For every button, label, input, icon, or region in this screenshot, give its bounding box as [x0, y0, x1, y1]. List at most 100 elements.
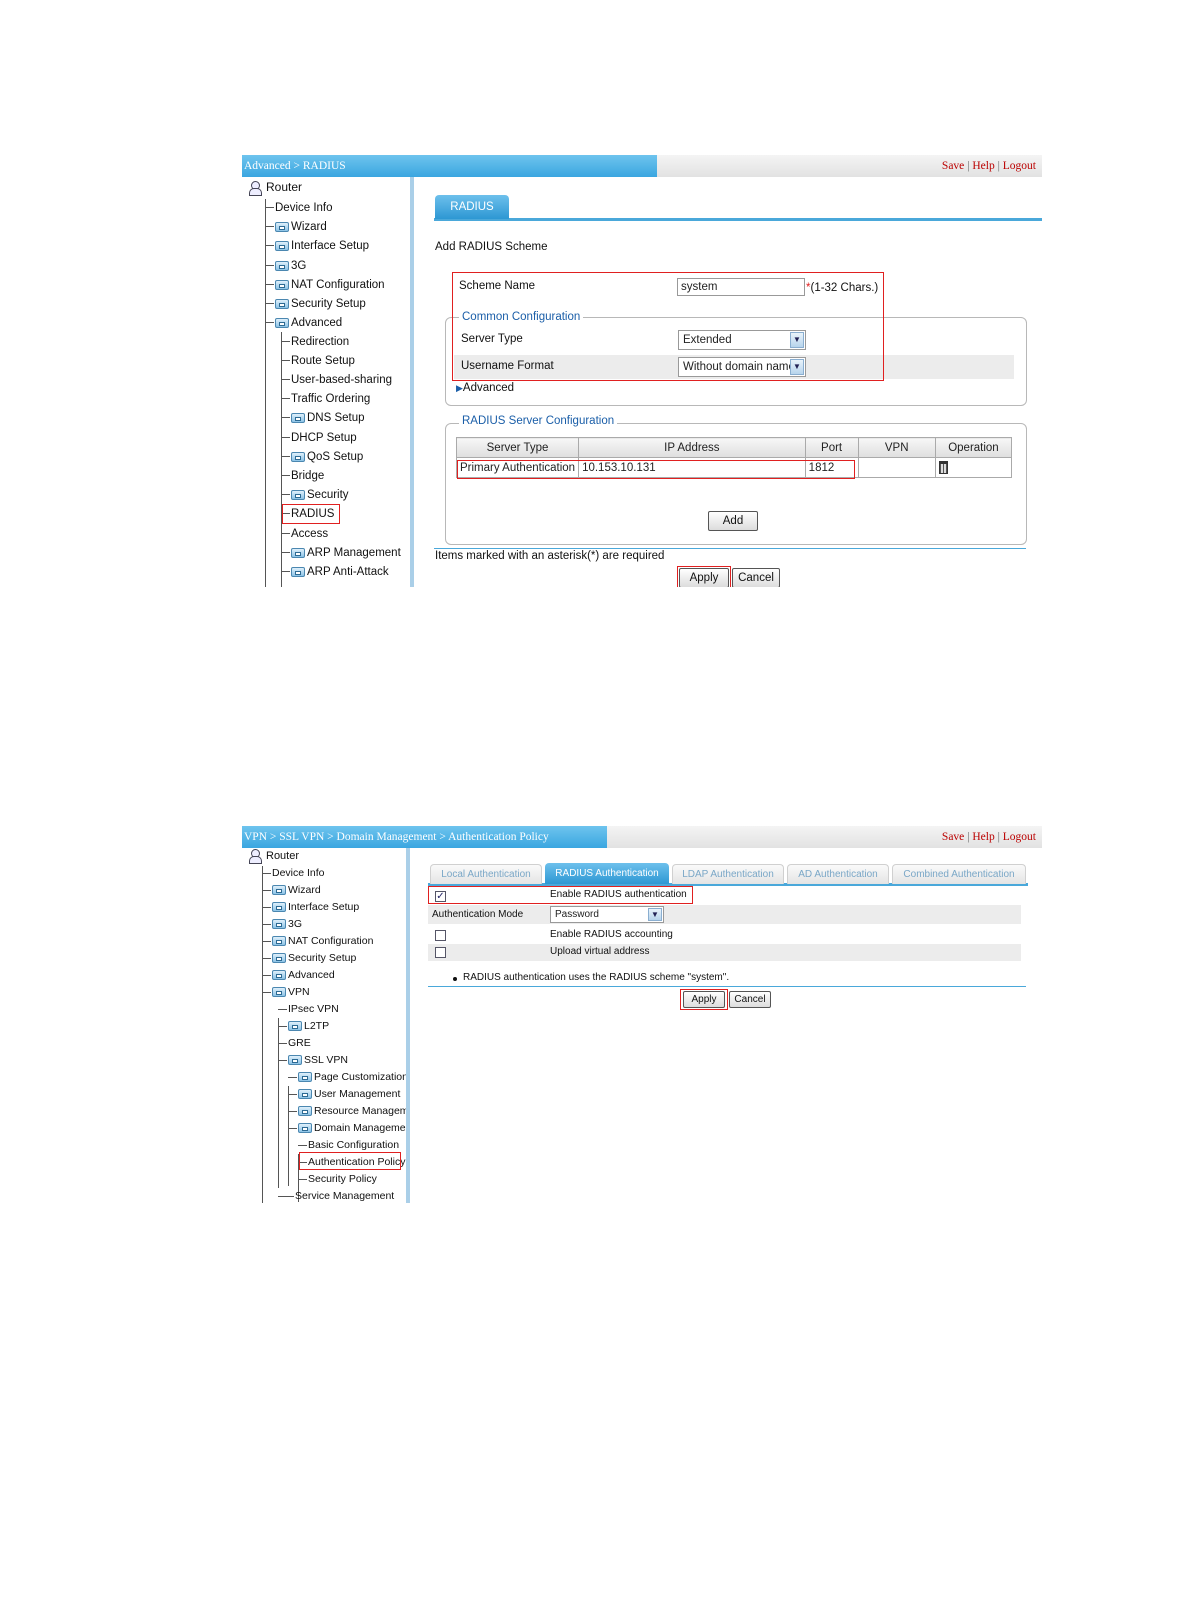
nav-item-gre[interactable]: GRE — [278, 1035, 311, 1051]
folder-icon — [272, 919, 286, 930]
nav-root[interactable]: Router — [248, 180, 302, 196]
link-separator: | — [997, 160, 1000, 172]
folder-icon — [272, 970, 286, 981]
nav-item-route-setup[interactable]: Route Setup — [281, 353, 355, 369]
enable-radius-accounting-label: Enable RADIUS accounting — [550, 929, 673, 940]
add-button[interactable]: Add — [708, 511, 758, 531]
nav-item-ipsec-vpn[interactable]: IPsec VPN — [278, 1001, 339, 1017]
tab-combined-authentication[interactable]: Combined Authentication — [892, 864, 1026, 884]
nav-item-service-management[interactable]: Service Management — [278, 1188, 394, 1203]
nav-item-3g[interactable]: 3G — [262, 916, 302, 932]
nav-item-3g[interactable]: 3G — [265, 258, 306, 274]
nav-item-wizard[interactable]: Wizard — [265, 219, 327, 235]
highlight-box — [680, 989, 728, 1010]
nav-item-traffic-ordering[interactable]: Traffic Ordering — [281, 391, 370, 407]
folder-icon — [275, 279, 289, 290]
page-heading: Add RADIUS Scheme — [435, 241, 548, 253]
divider — [428, 986, 1026, 987]
tab-ldap-authentication[interactable]: LDAP Authentication — [672, 864, 784, 884]
folder-icon — [291, 412, 305, 423]
link-separator: | — [967, 160, 970, 172]
breadcrumb: VPN > SSL VPN > Domain Management > Auth… — [242, 826, 607, 848]
nav-item-vpn[interactable]: VPN — [262, 984, 310, 1000]
folder-icon — [298, 1072, 312, 1083]
nav-item-arp-anti-attack[interactable]: ARP Anti-Attack — [281, 564, 389, 580]
nav-item-qos-setup[interactable]: QoS Setup — [281, 449, 363, 465]
help-link[interactable]: Help — [972, 160, 994, 172]
folder-open-icon — [288, 1055, 302, 1066]
folder-open-icon — [275, 317, 289, 328]
nav-item-security[interactable]: Security — [281, 487, 349, 503]
nav-item-resource-management[interactable]: Resource Management — [288, 1103, 406, 1119]
highlight-box — [428, 886, 693, 904]
tab-bar: RADIUS — [434, 195, 1042, 221]
help-link[interactable]: Help — [972, 831, 994, 843]
column-header: Port — [804, 437, 859, 458]
nav-item-device-info[interactable]: Device Info — [262, 865, 325, 881]
enable-radius-accounting-checkbox[interactable] — [435, 930, 446, 941]
column-header: IP Address — [578, 437, 806, 458]
tab-ad-authentication[interactable]: AD Authentication — [787, 864, 889, 884]
required-note: Items marked with an asterisk(*) are req… — [435, 550, 665, 562]
nav-item-page-customization[interactable]: Page Customization — [288, 1069, 406, 1085]
upload-virtual-address-checkbox[interactable] — [435, 947, 446, 958]
nav-item-security-policy[interactable]: Security Policy — [298, 1171, 377, 1187]
nav-item-interface-setup[interactable]: Interface Setup — [262, 899, 359, 915]
column-header: VPN — [857, 437, 936, 458]
nav-item-security-setup[interactable]: Security Setup — [262, 950, 356, 966]
nav-item-l2tp[interactable]: L2TP — [278, 1018, 329, 1034]
column-header: Server Type — [455, 437, 580, 458]
nav-item-ssl-vpn[interactable]: SSL VPN — [278, 1052, 348, 1068]
title-bar: Advanced > RADIUS Save | Help | Logout — [242, 155, 1042, 177]
radius-scheme-note: RADIUS authentication uses the RADIUS sc… — [463, 972, 730, 983]
tab-radius-authentication[interactable]: RADIUS Authentication — [545, 863, 669, 884]
nav-item-dns-setup[interactable]: DNS Setup — [281, 410, 365, 426]
nav-item-nat-configuration[interactable]: NAT Configuration — [265, 277, 385, 293]
highlight-box — [457, 460, 855, 479]
title-bar: VPN > SSL VPN > Domain Management > Auth… — [242, 826, 1042, 848]
nav-item-redirection[interactable]: Redirection — [281, 334, 349, 350]
advanced-toggle[interactable]: ▶Advanced — [456, 382, 514, 394]
nav-root[interactable]: Router — [248, 849, 299, 864]
navigation-tree: Router Device Info Wizard Interface Setu… — [242, 177, 414, 587]
nav-item-advanced[interactable]: Advanced — [265, 315, 342, 331]
save-link[interactable]: Save — [942, 831, 964, 843]
nav-item-nat-configuration[interactable]: NAT Configuration — [262, 933, 373, 949]
nav-item-wizard[interactable]: Wizard — [262, 882, 321, 898]
auth-mode-select[interactable]: Password ▼ — [550, 906, 664, 923]
nav-item-bridge[interactable]: Bridge — [281, 468, 324, 484]
nav-item-basic-configuration[interactable]: Basic Configuration — [298, 1137, 399, 1153]
cancel-button[interactable]: Cancel — [732, 568, 780, 587]
router-icon — [248, 180, 264, 196]
highlight-box — [452, 272, 884, 381]
nav-item-dhcp-setup[interactable]: DHCP Setup — [281, 430, 357, 446]
nav-item-arp-management[interactable]: ARP Management — [281, 545, 401, 561]
folder-icon — [291, 489, 305, 500]
tab-radius[interactable]: RADIUS — [435, 195, 509, 219]
nav-item-security-setup[interactable]: Security Setup — [265, 296, 366, 312]
trash-icon[interactable] — [938, 461, 948, 474]
divider — [434, 548, 1026, 549]
nav-item-advanced[interactable]: Advanced — [262, 967, 335, 983]
nav-item-user-management[interactable]: User Management — [288, 1086, 400, 1102]
save-link[interactable]: Save — [942, 160, 964, 172]
logout-link[interactable]: Logout — [1003, 160, 1036, 172]
logout-link[interactable]: Logout — [1003, 831, 1036, 843]
bullet-icon — [453, 977, 457, 981]
folder-icon — [291, 547, 305, 558]
server-config-legend: RADIUS Server Configuration — [459, 415, 618, 427]
tab-bar: Local Authentication RADIUS Authenticati… — [428, 863, 1028, 886]
tab-local-authentication[interactable]: Local Authentication — [430, 864, 542, 884]
vpn-cell — [857, 457, 936, 478]
nav-item-domain-management[interactable]: Domain Management — [288, 1120, 406, 1136]
folder-icon — [275, 260, 289, 271]
folder-open-icon — [298, 1123, 312, 1134]
highlight-box — [282, 504, 340, 524]
nav-item-device-info[interactable]: Device Info — [265, 200, 333, 216]
link-separator: | — [997, 831, 1000, 843]
cancel-button[interactable]: Cancel — [729, 991, 771, 1008]
nav-item-access[interactable]: Access — [281, 526, 328, 542]
nav-item-interface-setup[interactable]: Interface Setup — [265, 238, 369, 254]
table-header-row: Server Type IP Address Port VPN Operatio… — [455, 437, 1013, 458]
nav-item-user-based-sharing[interactable]: User-based-sharing — [281, 372, 392, 388]
